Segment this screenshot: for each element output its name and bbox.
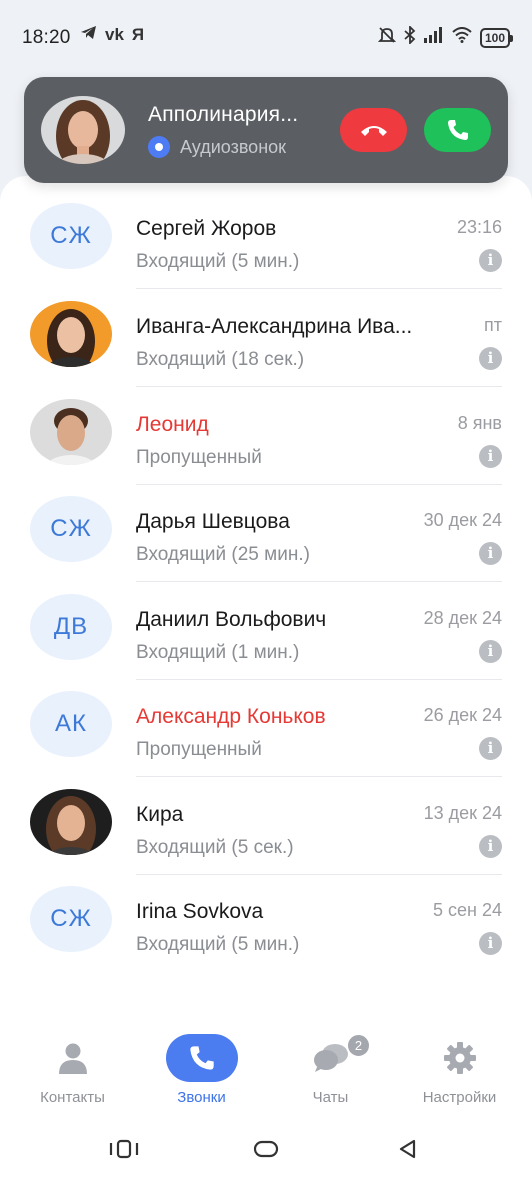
info-icon[interactable]: i [479,249,502,272]
call-row[interactable]: Кира Входящий (5 сек.) 13 дек 24 i [0,777,532,875]
info-icon[interactable]: i [479,932,502,955]
yandex-icon: Я [131,25,145,44]
status-bar: 18:20 vk Я 100 [0,0,532,76]
call-status: Входящий (25 мин.) [136,544,310,565]
caller-name: Апполинария... [148,103,299,126]
info-icon[interactable]: i [479,445,502,468]
battery-indicator: 100 [479,27,514,48]
call-row[interactable]: АК Александр Коньков Пропущенный 26 дек … [0,679,532,777]
home-icon [253,1140,279,1158]
nav-contacts-label: Контакты [40,1089,105,1106]
contact-name: Леонид [136,413,209,436]
contact-name: Даниил Вольфович [136,608,327,631]
call-row[interactable]: СЖ Irina Sovkova Входящий (5 мин.) 5 сен… [0,874,532,972]
chats-unread-badge: 2 [346,1033,371,1058]
info-icon[interactable]: i [479,640,502,663]
call-date: 5 сен 24 [433,900,502,920]
avatar: СЖ [30,496,112,562]
back-button[interactable] [398,1139,418,1164]
nav-contacts[interactable]: Контакты [6,1022,139,1122]
bluetooth-icon [404,24,416,49]
contact-name: Кира [136,803,184,826]
caller-avatar [41,96,125,164]
call-row[interactable]: Леонид Пропущенный 8 янв i [0,387,532,485]
call-status: Входящий (5 мин.) [136,251,300,272]
call-date: 30 дек 24 [423,510,502,530]
call-type: Аудиозвонок [148,136,286,158]
call-date: 13 дек 24 [423,803,502,823]
nav-chats[interactable]: 2 Чаты [264,1022,397,1122]
call-status: Пропущенный [136,447,262,468]
call-row[interactable]: ДВ Даниил Вольфович Входящий (1 мин.) 28… [0,582,532,680]
info-icon[interactable]: i [479,347,502,370]
contact-name: Irina Sovkova [136,900,264,923]
bottom-navigation: Контакты Звонки 2 Чаты Настройки [0,1022,532,1122]
call-status: Входящий (1 мин.) [136,642,300,663]
chat-bubbles-icon [313,1044,348,1072]
call-date: 28 дек 24 [423,608,502,628]
nav-calls[interactable]: Звонки [135,1022,268,1122]
accept-call-icon [447,120,468,140]
contact-name: Дарья Шевцова [136,510,290,533]
call-date: пт [484,315,502,335]
nav-settings-label: Настройки [422,1089,497,1106]
nav-calls-label: Звонки [177,1089,226,1106]
contact-name: Сергей Жоров [136,217,277,240]
contact-name: Александр Коньков [136,705,326,728]
gear-icon [443,1042,476,1074]
call-type-label: Аудиозвонок [180,136,287,157]
contact-name: Иванга-Александрина Ива... [136,315,413,338]
person-icon [58,1043,87,1074]
call-date: 26 дек 24 [423,705,502,725]
incoming-call-banner[interactable]: Апполинария... Аудиозвонок [24,77,508,183]
vk-icon: vk [105,25,124,44]
telegram-icon [80,25,97,45]
info-icon[interactable]: i [479,835,502,858]
decline-call-icon [360,126,387,136]
avatar: АК [30,691,112,757]
avatar [30,789,112,855]
avatar: ДВ [30,594,112,660]
wifi-icon [452,27,472,48]
call-row[interactable]: СЖ Дарья Шевцова Входящий (25 мин.) 30 д… [0,484,532,582]
accept-call-button[interactable] [424,108,491,152]
call-status: Пропущенный [136,739,262,760]
avatar [30,301,112,367]
call-date: 8 янв [457,413,502,433]
call-status: Входящий (18 сек.) [136,349,305,370]
avatar [30,399,112,465]
audio-call-icon [148,136,170,158]
call-status: Входящий (5 мин.) [136,934,300,955]
call-row[interactable]: СЖ Сергей Жоров Входящий (5 мин.) 23:16 … [0,191,532,289]
home-button[interactable] [253,1139,279,1164]
mute-icon [377,26,397,49]
system-navigation-bar [0,1124,532,1183]
call-status: Входящий (5 сек.) [136,837,294,858]
signal-icon [423,27,444,48]
recent-apps-icon [109,1139,139,1159]
info-icon[interactable]: i [479,542,502,565]
decline-call-button[interactable] [340,108,407,152]
nav-settings[interactable]: Настройки [393,1022,526,1122]
back-icon [399,1139,416,1159]
avatar: СЖ [30,886,112,952]
recent-apps-button[interactable] [108,1139,140,1164]
status-system-icons: 100 [377,24,514,49]
nav-chats-label: Чаты [312,1089,349,1106]
call-row[interactable]: Иванга-Александрина Ива... Входящий (18 … [0,289,532,387]
info-icon[interactable]: i [479,737,502,760]
avatar: СЖ [30,203,112,269]
phone-icon [189,1046,214,1070]
status-time: 18:20 [22,27,71,48]
call-date: 23:16 [456,217,502,237]
status-app-icons: vk Я [80,25,144,45]
